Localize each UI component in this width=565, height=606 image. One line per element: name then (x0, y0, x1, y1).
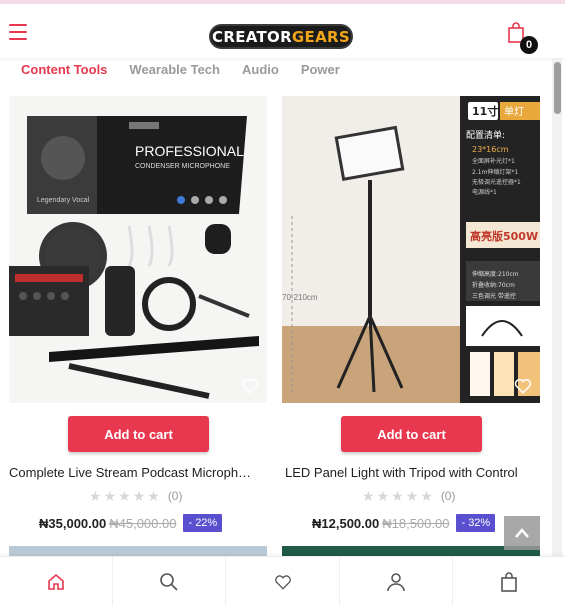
cart-icon (501, 571, 517, 592)
tab-audio[interactable]: Audio (242, 62, 279, 80)
current-price: ₦35,000.00 (39, 515, 107, 531)
star-icon: ★ (89, 488, 102, 504)
dim-1-text: 伸缩高度:210cm (472, 270, 519, 278)
spec-2-text: 2.1m伸缩灯架*1 (472, 168, 518, 176)
led-panel-illustration: 70-210cm 11寸 单灯 配置清单: 23*16cm 全面屏补光灯*1 2… (282, 96, 540, 403)
size-tag-text: 11寸 (472, 104, 498, 118)
home-icon (48, 573, 64, 590)
add-to-cart-button[interactable]: Add to cart (68, 416, 209, 452)
menu-icon[interactable] (9, 24, 27, 40)
star-icon: ★ (376, 488, 390, 504)
rating-count: (0) (440, 489, 456, 503)
heart-icon (274, 574, 291, 590)
spec-4-text: 电源线*1 (472, 188, 497, 196)
size-tag2-text: 单灯 (504, 106, 524, 118)
dim-2-text: 折叠收纳:70cm (472, 281, 515, 289)
price-row: ₦12,500.00 ₦18,500.00 - 32% (312, 514, 496, 532)
product-name[interactable]: Complete Live Stream Podcast Microph… (9, 465, 271, 480)
star-icon: ★ (362, 488, 375, 504)
old-price: ₦18,500.00 (382, 515, 450, 531)
tab-wearable-tech[interactable]: Wearable Tech (129, 62, 220, 80)
nav-search[interactable] (113, 557, 227, 606)
cart-count-badge: 0 (520, 36, 538, 54)
price-row: ₦35,000.00 ₦45,000.00 - 22% (39, 514, 223, 532)
chevron-up-icon (515, 528, 529, 538)
rating-count: (0) (167, 489, 183, 503)
microphone-kit-illustration: PROFESSIONAL CONDENSER MICROPHONE Legend… (9, 96, 267, 403)
tab-power[interactable]: Power (301, 62, 340, 80)
wishlist-heart-icon[interactable] (514, 377, 532, 395)
search-icon (160, 572, 178, 591)
old-price: ₦45,000.00 (109, 515, 177, 531)
spec-1b-text: 全面屏补光灯*1 (472, 157, 515, 165)
product-rating: ★ ★ ★ ★ ★ (0) (89, 489, 182, 503)
category-tabs: Content Tools Wearable Tech Audio Power (21, 62, 340, 80)
product-card: 70-210cm 11寸 单灯 配置清单: 23*16cm 全面屏补光灯*1 2… (282, 96, 540, 532)
star-icon: ★ (103, 488, 117, 504)
scrollbar-track[interactable] (552, 58, 562, 556)
product-card: PROFESSIONAL CONDENSER MICROPHONE Legend… (9, 96, 267, 532)
spec-1-text: 23*16cm (472, 145, 509, 154)
box-subtitle-text: CONDENSER MICROPHONE (135, 163, 230, 170)
star-icon: ★ (405, 488, 419, 504)
site-header: CREATOR GEARS 0 (0, 4, 565, 58)
star-icon: ★ (420, 488, 433, 504)
discount-badge: - 22% (183, 514, 223, 532)
nav-wishlist[interactable] (226, 557, 340, 606)
nav-account[interactable] (340, 557, 453, 606)
back-to-top-button[interactable] (504, 516, 540, 550)
box-title-text: PROFESSIONAL (135, 143, 244, 159)
star-icon: ★ (118, 488, 131, 504)
dim-3-text: 三色调光 带遥控 (472, 292, 516, 300)
height-label-text: 70-210cm (282, 293, 318, 302)
banner-text: 高亮版500W (470, 229, 538, 243)
site-logo[interactable]: CREATOR GEARS (209, 24, 353, 49)
product-image-led-panel[interactable]: 70-210cm 11寸 单灯 配置清单: 23*16cm 全面屏补光灯*1 2… (282, 96, 540, 403)
star-icon: ★ (147, 488, 160, 504)
product-name[interactable]: LED Panel Light with Tripod with Control (285, 465, 547, 480)
header-cart-button[interactable]: 0 (507, 22, 543, 54)
add-to-cart-button[interactable]: Add to cart (341, 416, 482, 452)
product-image-microphone-kit[interactable]: PROFESSIONAL CONDENSER MICROPHONE Legend… (9, 96, 267, 403)
list-title-text: 配置清单: (466, 129, 505, 141)
box-tag-text: Legendary Vocal (37, 197, 90, 204)
logo-text: CREATOR (212, 27, 292, 46)
user-icon (386, 572, 405, 591)
star-icon: ★ (391, 488, 404, 504)
bottom-navigation (0, 556, 565, 606)
discount-badge: - 32% (456, 514, 496, 532)
current-price: ₦12,500.00 (312, 515, 380, 531)
product-rating: ★ ★ ★ ★ ★ (0) (362, 489, 455, 503)
nav-cart[interactable] (453, 557, 565, 606)
wishlist-heart-icon[interactable] (241, 377, 259, 395)
scrollbar-thumb[interactable] (554, 62, 561, 114)
spec-3-text: 无极调光遥控器*1 (472, 178, 521, 186)
tab-content-tools[interactable]: Content Tools (21, 62, 107, 80)
star-icon: ★ (132, 488, 146, 504)
nav-home[interactable] (0, 557, 114, 606)
logo-text-accent: GEARS (291, 27, 350, 46)
